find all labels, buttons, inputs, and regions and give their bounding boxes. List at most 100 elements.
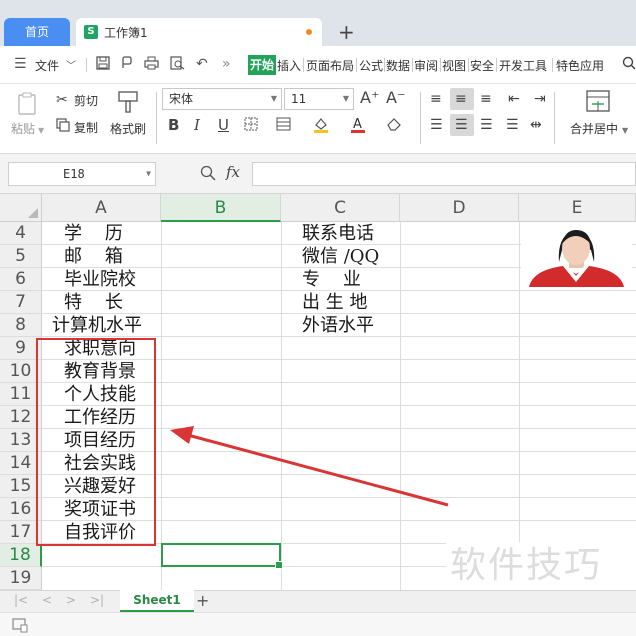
chevron-down-icon[interactable]: ▼ xyxy=(38,123,44,139)
print-preview-icon[interactable] xyxy=(170,56,185,74)
home-tab[interactable]: 首页 xyxy=(4,18,70,46)
merge-center-icon[interactable] xyxy=(586,90,610,116)
ribbon-divider xyxy=(554,92,555,144)
tab-special-apps[interactable]: 特色应用 xyxy=(556,57,604,74)
spreadsheet-app: 首页 S 工作簿1 + ☰ 文件 ﹀ ↶ » 开始 插入 页面布局 公式 数据 … xyxy=(0,0,636,636)
font-color-icon[interactable]: A xyxy=(350,116,366,138)
ribbon-divider xyxy=(156,92,157,144)
formula-input[interactable] xyxy=(252,162,636,186)
sheet-tab-bar: |< < > >| Sheet1 + xyxy=(0,590,636,612)
menu-divider xyxy=(496,58,497,72)
clear-format-icon[interactable] xyxy=(386,117,402,135)
menu-bar: ☰ 文件 ﹀ ↶ » 开始 插入 页面布局 公式 数据 审阅 视图 安全 开发工 xyxy=(0,46,636,84)
format-painter-icon[interactable] xyxy=(117,90,139,118)
annotation-arrow-icon xyxy=(170,426,449,507)
fill-color-icon[interactable] xyxy=(312,116,330,138)
align-top-icon[interactable]: ≡ xyxy=(430,91,442,107)
undo-icon[interactable]: ↶ xyxy=(196,56,208,72)
chevron-down-icon[interactable]: ﹀ xyxy=(66,59,76,75)
search-icon[interactable] xyxy=(622,56,636,74)
decrease-font-icon[interactable]: A⁻ xyxy=(386,90,405,106)
font-name-select[interactable]: 宋体 ▼ xyxy=(162,88,282,110)
align-center-icon[interactable]: ☰ xyxy=(455,117,468,133)
italic-button[interactable]: I xyxy=(194,117,200,133)
spreadsheet-app-icon: S xyxy=(84,25,98,39)
menu-divider xyxy=(303,58,304,72)
align-left-icon[interactable]: ☰ xyxy=(430,117,443,133)
menu-divider xyxy=(86,58,87,72)
macro-record-icon[interactable] xyxy=(12,617,28,636)
cell-reference: E18 xyxy=(63,167,85,181)
tab-page-layout[interactable]: 页面布局 xyxy=(306,57,354,74)
menu-divider xyxy=(412,58,413,72)
chevron-down-icon: ▼ xyxy=(270,94,277,103)
menu-divider xyxy=(468,58,469,72)
new-tab-button[interactable]: + xyxy=(338,20,355,44)
window-tab-bar: 首页 S 工作簿1 + xyxy=(0,0,636,46)
tab-data[interactable]: 数据 xyxy=(386,57,410,74)
borders-icon[interactable] xyxy=(244,117,258,135)
increase-indent-icon[interactable]: ⇥ xyxy=(534,91,546,107)
tab-formulas[interactable]: 公式 xyxy=(359,57,383,74)
cut-button[interactable]: 剪切 xyxy=(74,92,98,109)
fill-pattern-icon[interactable] xyxy=(276,117,292,135)
workbook-tab[interactable]: S 工作簿1 xyxy=(76,18,322,46)
bold-button[interactable]: B xyxy=(168,117,179,133)
add-sheet-button[interactable]: + xyxy=(196,591,209,611)
export-pdf-icon[interactable] xyxy=(120,56,134,74)
zoom-search-icon[interactable] xyxy=(200,165,216,185)
menu-divider xyxy=(440,58,441,72)
font-size-select[interactable]: 11 ▼ xyxy=(284,88,354,110)
sheet-tab-sheet1[interactable]: Sheet1 xyxy=(120,590,194,612)
print-icon[interactable] xyxy=(144,56,159,74)
file-menu[interactable]: 文件 xyxy=(35,57,59,74)
last-sheet-icon[interactable]: >| xyxy=(90,593,104,607)
font-name-value: 宋体 xyxy=(169,92,194,106)
format-painter-button[interactable]: 格式刷 xyxy=(110,120,146,137)
next-sheet-icon[interactable]: > xyxy=(66,593,76,607)
merge-center-button[interactable]: 合并居中 xyxy=(570,120,618,137)
prev-sheet-icon[interactable]: < xyxy=(42,593,52,607)
paste-icon[interactable] xyxy=(17,92,39,120)
align-middle-icon[interactable]: ≡ xyxy=(455,91,467,107)
font-size-value: 11 xyxy=(291,92,307,106)
menu-divider xyxy=(356,58,357,72)
hamburger-menu-icon[interactable]: ☰ xyxy=(14,56,27,72)
chevron-down-icon: ▼ xyxy=(146,169,151,178)
name-box[interactable]: E18 ▼ xyxy=(8,162,156,186)
worksheet-grid[interactable]: A B C D E 4 5 6 7 8 9 10 11 12 13 14 15 … xyxy=(0,194,636,590)
menu-divider xyxy=(552,58,553,72)
tab-review[interactable]: 审阅 xyxy=(414,57,438,74)
tab-insert[interactable]: 插入 xyxy=(277,57,301,74)
underline-button[interactable]: U xyxy=(218,117,229,133)
chevron-down-icon: ▼ xyxy=(342,94,349,103)
insert-function-button[interactable]: fx xyxy=(226,164,240,180)
scissors-icon[interactable]: ✂ xyxy=(56,92,68,108)
formula-bar: E18 ▼ fx xyxy=(0,154,636,194)
paste-button[interactable]: 粘贴 xyxy=(11,120,35,137)
justify-icon[interactable]: ☰ xyxy=(506,117,519,133)
status-bar xyxy=(0,612,636,636)
copy-icon[interactable] xyxy=(56,118,70,136)
decrease-indent-icon[interactable]: ⇤ xyxy=(508,91,520,107)
distributed-align-icon[interactable]: ⇹ xyxy=(530,117,542,133)
menu-divider xyxy=(384,58,385,72)
more-chevrons-icon[interactable]: » xyxy=(222,56,231,72)
watermark-text: 软件技巧 xyxy=(446,542,636,590)
workbook-tab-title: 工作簿1 xyxy=(104,26,148,40)
tab-home[interactable]: 开始 xyxy=(248,55,277,75)
tab-view[interactable]: 视图 xyxy=(442,57,466,74)
save-icon[interactable] xyxy=(96,56,110,74)
ribbon-divider xyxy=(420,92,421,144)
unsaved-dot-icon xyxy=(306,29,312,35)
align-right-icon[interactable]: ☰ xyxy=(480,117,493,133)
tab-developer[interactable]: 开发工具 xyxy=(499,57,547,74)
increase-font-icon[interactable]: A⁺ xyxy=(360,90,379,106)
chevron-down-icon[interactable]: ▼ xyxy=(622,123,628,139)
ribbon-toolbar: 粘贴 ▼ ✂ 剪切 复制 格式刷 宋体 ▼ 11 ▼ A⁺ A⁻ B I U A… xyxy=(0,84,636,154)
tab-security[interactable]: 安全 xyxy=(470,57,494,74)
svg-text:A: A xyxy=(353,117,362,132)
copy-button[interactable]: 复制 xyxy=(74,119,98,136)
align-bottom-icon[interactable]: ≡ xyxy=(480,91,492,107)
first-sheet-icon[interactable]: |< xyxy=(14,593,28,607)
